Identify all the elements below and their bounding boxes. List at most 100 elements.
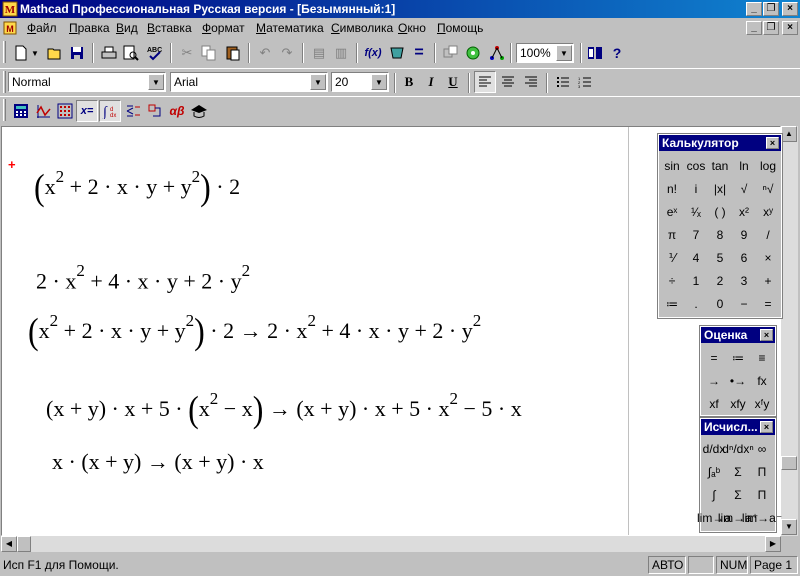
calculator-key[interactable]: +	[756, 269, 780, 292]
calculator-key[interactable]: x²	[732, 200, 756, 223]
calculator-key[interactable]: =	[756, 292, 780, 315]
align-center-icon[interactable]	[497, 71, 519, 93]
align-vertical-icon[interactable]: ▥	[330, 42, 352, 64]
math-expression[interactable]: 2 · x2 + 4 · x · y + 2 · y2	[36, 261, 250, 294]
chevron-down-icon[interactable]: ▼	[148, 74, 164, 90]
calculus-key[interactable]: Π	[750, 483, 774, 506]
font-select[interactable]: Arial ▼	[170, 72, 328, 92]
save-icon[interactable]	[66, 42, 88, 64]
calculator-palette[interactable]: Калькулятор × sin cos tan ln log n! i |x| √ ⁿ√ eˣ ¹…	[657, 133, 783, 319]
numbered-list-icon[interactable]: 123	[574, 71, 596, 93]
bullet-list-icon[interactable]	[552, 71, 574, 93]
doc-close-button[interactable]: ×	[782, 21, 798, 35]
calculator-key[interactable]: tan	[708, 154, 732, 177]
component-icon[interactable]	[440, 42, 462, 64]
calculator-key[interactable]: i	[684, 177, 708, 200]
calculate-icon[interactable]: =	[408, 42, 430, 64]
doc-restore-button[interactable]: ❐	[763, 21, 779, 35]
calculus-palette-title[interactable]: Исчисл... ×	[701, 419, 775, 435]
evaluation-key[interactable]: =	[702, 346, 726, 369]
zoom-select[interactable]: 100% ▼	[516, 43, 574, 63]
undo-icon[interactable]: ↶	[254, 42, 276, 64]
calculator-palette-icon[interactable]	[10, 100, 32, 122]
italic-button[interactable]: I	[420, 71, 442, 93]
style-select[interactable]: Normal ▼	[8, 72, 166, 92]
document-icon[interactable]: M	[3, 21, 17, 35]
doc-minimize-button[interactable]: _	[746, 21, 762, 35]
paste-icon[interactable]	[222, 42, 244, 64]
calculator-key[interactable]: 2	[708, 269, 732, 292]
calculator-key[interactable]: −	[732, 292, 756, 315]
calculator-key[interactable]: 9	[732, 223, 756, 246]
calculator-key[interactable]: ⅟	[660, 246, 684, 269]
calculator-key[interactable]: 5	[708, 246, 732, 269]
calculator-key[interactable]: /	[756, 223, 780, 246]
evaluation-key[interactable]: xf	[702, 392, 726, 415]
close-icon[interactable]: ×	[760, 329, 773, 341]
evaluation-key[interactable]: ≡	[750, 346, 774, 369]
close-icon[interactable]: ×	[766, 137, 779, 149]
calculator-key[interactable]: ⁿ√	[756, 177, 780, 200]
scroll-down-icon[interactable]: ▼	[781, 519, 797, 535]
evaluation-key[interactable]: →	[702, 369, 726, 392]
menu-item-3[interactable]: Вставка	[147, 21, 192, 35]
menu-item-7[interactable]: Окно	[398, 21, 426, 35]
calculus-key[interactable]: ∞	[750, 437, 774, 460]
close-icon[interactable]: ×	[760, 421, 773, 433]
calculator-key[interactable]: ln	[732, 154, 756, 177]
graph-palette-icon[interactable]	[32, 100, 54, 122]
calculator-key[interactable]: 1	[684, 269, 708, 292]
calculator-key[interactable]: ÷	[660, 269, 684, 292]
calculator-key[interactable]: 4	[684, 246, 708, 269]
calculator-key[interactable]: ×	[756, 246, 780, 269]
resource-center-icon[interactable]	[584, 42, 606, 64]
math-expression[interactable]: (x2 + 2 · x · y + y2) · 2	[34, 166, 240, 207]
menu-item-5[interactable]: Математика	[256, 21, 324, 35]
restore-button[interactable]: ❐	[763, 2, 779, 16]
vertical-scrollbar[interactable]: ▲ ▼	[781, 126, 798, 536]
calculator-key[interactable]: 3	[732, 269, 756, 292]
evaluation-palette-title[interactable]: Оценка ×	[701, 327, 775, 343]
vertical-scroll-thumb[interactable]	[781, 456, 797, 470]
title-bar[interactable]: M Mathcad Профессиональная Русская верси…	[0, 0, 800, 18]
evaluation-key[interactable]: ≔	[726, 346, 750, 369]
horizontal-scroll-thumb[interactable]	[17, 536, 31, 552]
greek-palette-icon[interactable]: αβ	[166, 100, 188, 122]
calculator-key[interactable]: 7	[684, 223, 708, 246]
calculator-key[interactable]: 8	[708, 223, 732, 246]
close-button[interactable]: ×	[782, 2, 798, 16]
menu-item-0[interactable]: Файл	[27, 21, 57, 35]
insert-function-icon[interactable]: f(x)	[362, 42, 384, 64]
copy-icon[interactable]	[198, 42, 220, 64]
math-expression[interactable]: (x2 + 2 · x · y + y2) · 2 → 2 · x2 + 4 ·…	[28, 310, 481, 351]
open-icon[interactable]	[44, 42, 66, 64]
calculator-key[interactable]: 6	[732, 246, 756, 269]
menu-item-8[interactable]: Помощь	[437, 21, 483, 35]
evaluation-key[interactable]: fx	[750, 369, 774, 392]
calculator-key[interactable]: √	[732, 177, 756, 200]
resources-icon[interactable]	[486, 42, 508, 64]
mathcad-app-icon[interactable]: M	[2, 1, 18, 17]
calculus-key[interactable]: dⁿ/dxⁿ	[722, 437, 753, 460]
chevron-down-icon[interactable]: ▼	[556, 45, 572, 61]
evaluation-palette[interactable]: Оценка × = ≔ ≡ → •→ fx xf xfy xᶠy	[699, 325, 777, 417]
calculator-key[interactable]: log	[756, 154, 780, 177]
evaluation-key[interactable]: xfy	[726, 392, 750, 415]
programming-palette-icon[interactable]	[144, 100, 166, 122]
calculus-key[interactable]: ∫	[702, 483, 726, 506]
new-dropdown-icon[interactable]: ▼	[30, 42, 40, 64]
calculator-key[interactable]: n!	[660, 177, 684, 200]
toolbar-grip[interactable]	[3, 41, 6, 63]
menu-item-4[interactable]: Формат	[202, 21, 245, 35]
evaluation-key[interactable]: xᶠy	[750, 392, 774, 415]
underline-button[interactable]: U	[442, 71, 464, 93]
align-horizontal-icon[interactable]: ▤	[308, 42, 330, 64]
calculator-key[interactable]: |x|	[708, 177, 732, 200]
insert-unit-icon[interactable]	[386, 42, 408, 64]
calculator-key[interactable]: .	[684, 292, 708, 315]
calculator-key[interactable]: ¹⁄ₓ	[684, 200, 708, 223]
calculus-palette-icon[interactable]: ∫ d dx	[99, 100, 121, 122]
new-icon[interactable]	[10, 42, 32, 64]
matrix-palette-icon[interactable]	[54, 100, 76, 122]
wizard-icon[interactable]	[462, 42, 484, 64]
